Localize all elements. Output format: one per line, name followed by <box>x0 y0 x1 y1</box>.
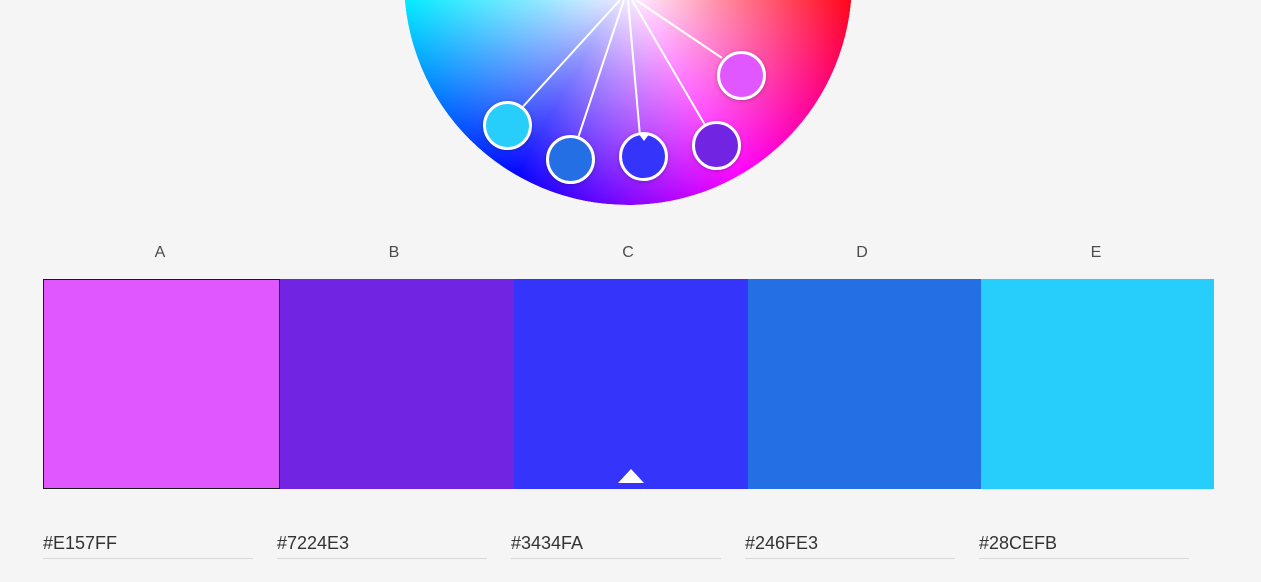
color-handle-b[interactable] <box>692 121 741 170</box>
swatch-label-d: D <box>856 244 868 261</box>
swatch-label-a: A <box>154 244 166 261</box>
swatch-label-b: B <box>388 244 400 261</box>
color-handle-e[interactable] <box>483 101 532 150</box>
hex-input-a[interactable] <box>43 528 253 559</box>
color-handle-c[interactable] <box>619 132 668 181</box>
hex-input-d[interactable] <box>745 528 955 559</box>
swatch-label-e: E <box>1090 244 1102 261</box>
color-swatch-e[interactable] <box>981 279 1214 489</box>
color-handle-a[interactable] <box>717 51 766 100</box>
color-swatch-a[interactable] <box>43 279 280 489</box>
color-swatch-d[interactable] <box>748 279 981 489</box>
color-swatch-b[interactable] <box>280 279 514 489</box>
swatch-label-c: C <box>622 244 634 261</box>
hex-input-b[interactable] <box>277 528 487 559</box>
color-swatches <box>43 279 1214 489</box>
hex-input-c[interactable] <box>511 528 721 559</box>
color-swatch-c[interactable] <box>514 279 748 489</box>
color-handle-d[interactable] <box>546 135 595 184</box>
base-color-marker-icon <box>618 469 644 483</box>
hex-input-e[interactable] <box>979 528 1189 559</box>
